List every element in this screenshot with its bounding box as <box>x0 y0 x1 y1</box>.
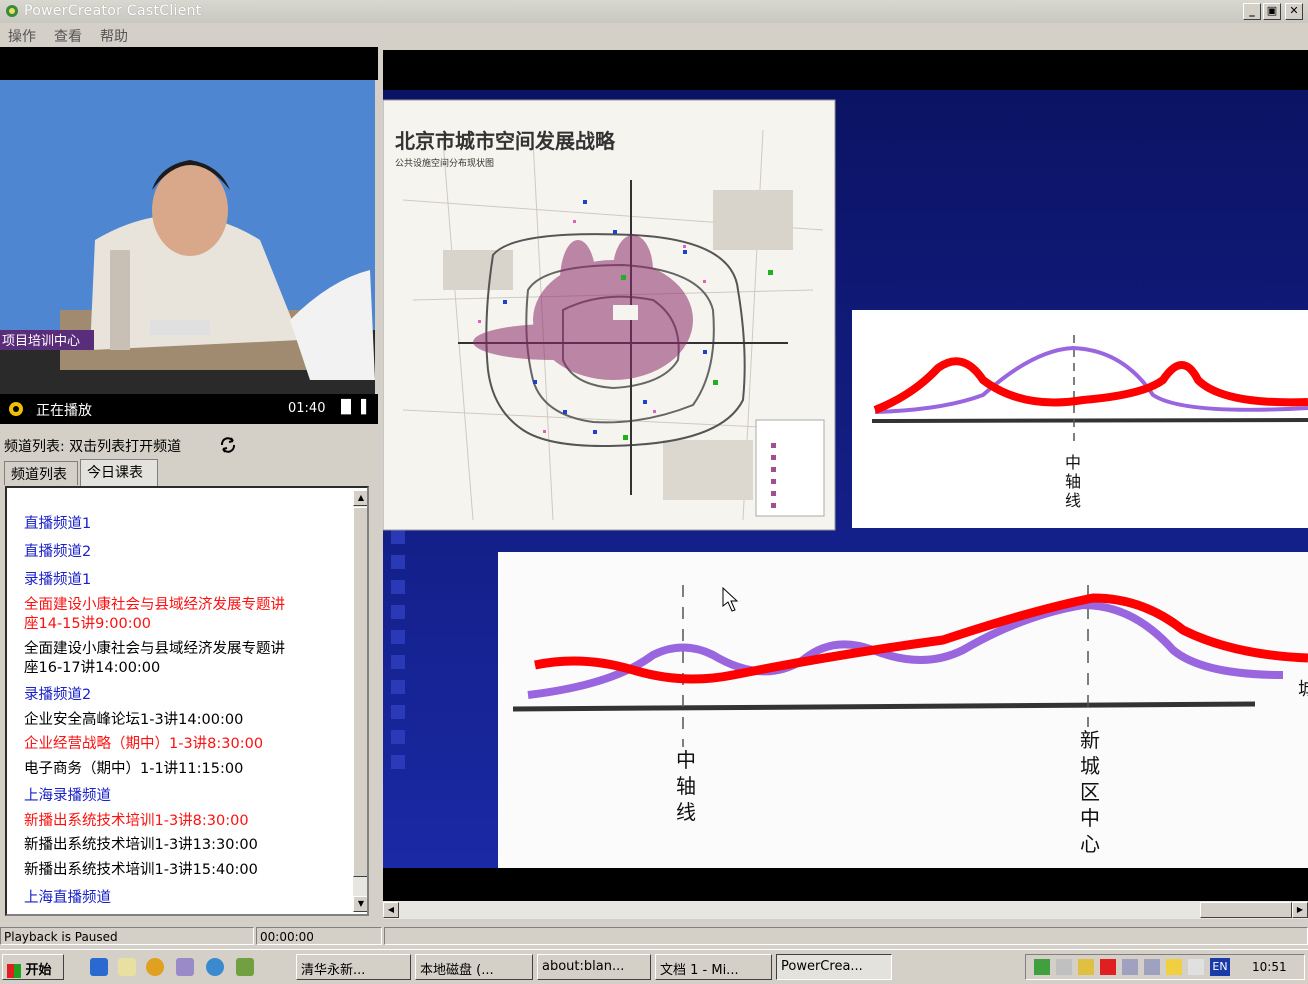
map-title: 北京市城市空间发展战略 <box>395 129 615 153</box>
menu-help[interactable]: 帮助 <box>100 26 128 46</box>
status-bar: Playback is Paused 00:00:00 <box>0 925 1308 947</box>
task-button-4[interactable]: 文档 1 - Mi... <box>655 954 772 980</box>
top-axis-label: 中轴线 <box>1065 453 1082 510</box>
refresh-icon[interactable] <box>218 435 238 455</box>
bottom-axis-label-left: 中轴线 <box>676 747 696 825</box>
playing-icon <box>9 402 23 416</box>
task-button-2[interactable]: 本地磁盘 (... <box>415 954 533 980</box>
video-caption: 项目培训中心 <box>0 330 94 350</box>
scroll-thumb[interactable] <box>353 507 367 877</box>
list-item[interactable]: 电子商务（期中）1-1讲11:15:00 <box>24 759 243 779</box>
messenger-icon[interactable] <box>176 958 194 976</box>
start-label: 开始 <box>25 963 52 978</box>
video-player[interactable]: 项目培训中心 <box>0 80 375 394</box>
quicklaunch-icon[interactable] <box>236 958 254 976</box>
list-item[interactable]: 新播出系统技术培训1-3讲8:30:00 <box>24 811 249 831</box>
media-player-icon[interactable] <box>146 958 164 976</box>
task-button-1[interactable]: 清华永新... <box>296 954 411 980</box>
volume-icon[interactable]: ▐▌▐ <box>336 400 366 415</box>
list-item[interactable]: 座16-17讲14:00:00 <box>24 658 160 678</box>
list-item[interactable]: 上海录播频道 <box>24 786 111 806</box>
h-scroll-thumb[interactable] <box>1200 902 1292 918</box>
app-icon <box>6 5 18 17</box>
schedule-list[interactable]: 直播频道1 直播频道2 录播频道1 全面建设小康社会与县域经济发展专题讲 座14… <box>5 486 369 916</box>
channel-list-header: 频道列表: 双击列表打开频道 <box>0 432 378 458</box>
status-time: 00:00:00 <box>256 927 382 945</box>
tray-icon[interactable] <box>1034 959 1050 975</box>
window-title: PowerCreator CastClient <box>24 3 202 19</box>
list-scrollbar[interactable]: ▲ ▼ <box>353 490 367 912</box>
player-status-bar: 正在播放 01:40 ▐▌▐ <box>0 394 378 424</box>
scroll-left-arrow-icon[interactable]: ◀ <box>383 902 399 918</box>
task-button-5[interactable]: PowerCrea... <box>776 954 892 980</box>
list-item[interactable]: 企业安全高峰论坛1-3讲14:00:00 <box>24 710 243 730</box>
tab-channel-list[interactable]: 频道列表 <box>4 461 78 485</box>
list-item[interactable]: 全面建设小康社会与县域经济发展专题讲 <box>24 595 285 615</box>
slide-h-scrollbar[interactable]: ◀ ▶ <box>383 901 1308 919</box>
desktop-icon[interactable] <box>118 958 136 976</box>
menu-view[interactable]: 查看 <box>54 26 82 46</box>
video-top-border <box>0 47 378 80</box>
slide-canvas <box>383 50 1308 901</box>
list-item[interactable]: 直播频道2 <box>24 542 91 562</box>
network-tray-icon[interactable] <box>1144 959 1160 975</box>
list-item[interactable]: 新播出系统技术培训1-3讲13:30:00 <box>24 835 258 855</box>
warning-tray-icon[interactable] <box>1166 959 1182 975</box>
menu-bar: 操作 查看 帮助 <box>0 23 1308 47</box>
list-item[interactable]: 录播频道1 <box>24 570 91 590</box>
menu-operate[interactable]: 操作 <box>8 26 36 46</box>
list-item[interactable]: 企业经营战略（期中）1-3讲8:30:00 <box>24 734 263 754</box>
list-item[interactable]: 上海直播频道 <box>24 888 111 908</box>
presentation-view[interactable]: 北京市城市空间发展战略 公共设施空间分布现状图 中轴线 中轴线 新城区中心 城 <box>383 50 1308 901</box>
tray-icon[interactable] <box>1100 959 1116 975</box>
system-tray: EN 10:51 <box>1025 954 1305 980</box>
language-indicator[interactable]: EN <box>1210 958 1230 976</box>
title-bar[interactable]: PowerCreator CastClient _ ▣ ✕ <box>0 0 1308 24</box>
network-icon[interactable] <box>206 958 224 976</box>
taskbar: 开始 清华永新... 本地磁盘 (... about:blan... 文档 1 … <box>0 949 1308 984</box>
slide-edge-text: 城 <box>1298 679 1308 700</box>
close-button[interactable]: ✕ <box>1285 3 1303 20</box>
ie-icon[interactable] <box>90 958 108 976</box>
playback-status: 正在播放 <box>36 403 92 419</box>
minimize-button[interactable]: _ <box>1243 3 1261 20</box>
volume-tray-icon[interactable] <box>1056 959 1072 975</box>
channel-list-hint: 频道列表: 双击列表打开频道 <box>4 439 182 455</box>
scroll-right-arrow-icon[interactable]: ▶ <box>1292 902 1308 918</box>
tray-icon[interactable] <box>1078 959 1094 975</box>
bottom-axis-label-right: 新城区中心 <box>1080 727 1100 857</box>
tab-today-schedule[interactable]: 今日课表 <box>80 459 158 486</box>
list-item[interactable]: 全面建设小康社会与县域经济发展专题讲 <box>24 639 285 659</box>
windows-logo-icon <box>7 963 21 978</box>
list-item[interactable]: 座14-15讲9:00:00 <box>24 614 151 634</box>
status-message: Playback is Paused <box>0 927 254 945</box>
list-item[interactable]: 新播出系统技术培训1-3讲15:40:00 <box>24 860 258 880</box>
tray-icon[interactable] <box>1188 959 1204 975</box>
list-item[interactable]: 直播频道1 <box>24 514 91 534</box>
playback-time: 01:40 <box>288 401 326 416</box>
task-button-3[interactable]: about:blan... <box>537 954 651 980</box>
status-extra <box>384 927 1308 945</box>
restore-button[interactable]: ▣ <box>1263 3 1281 20</box>
list-item[interactable]: 录播频道2 <box>24 685 91 705</box>
map-subtitle: 公共设施空间分布现状图 <box>395 159 495 169</box>
network-tray-icon[interactable] <box>1122 959 1138 975</box>
scroll-down-arrow-icon[interactable]: ▼ <box>353 896 367 912</box>
clock[interactable]: 10:51 <box>1252 960 1287 974</box>
scroll-up-arrow-icon[interactable]: ▲ <box>353 490 367 506</box>
start-button[interactable]: 开始 <box>2 954 64 980</box>
